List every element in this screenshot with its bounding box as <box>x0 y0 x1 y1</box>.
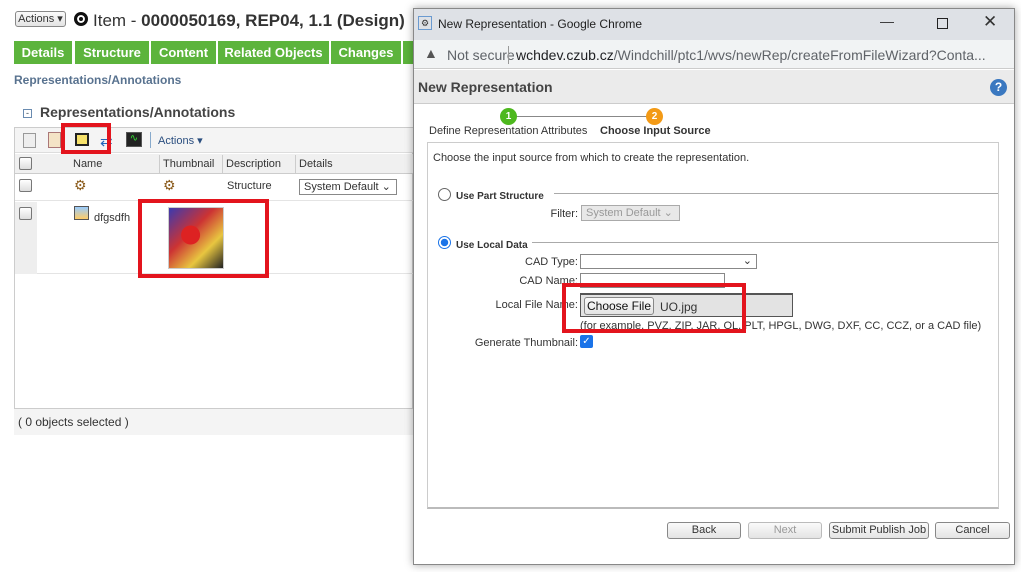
selected-file-name: UO.jpg <box>660 300 698 314</box>
use-local-data-radio[interactable] <box>438 236 451 249</box>
tab-more[interactable] <box>403 41 413 64</box>
row-description: Structure <box>227 180 272 192</box>
paste-icon[interactable] <box>48 132 61 148</box>
minimize-button[interactable]: — <box>880 13 894 29</box>
new-representation-icon[interactable] <box>75 133 89 146</box>
address-separator <box>508 46 509 64</box>
help-icon[interactable]: ? <box>990 79 1007 96</box>
window-title: New Representation - Google Chrome <box>438 17 643 31</box>
column-header-name[interactable]: Name <box>70 155 160 173</box>
row-name-link[interactable]: dfgsdfh <box>94 212 130 224</box>
column-header-details[interactable]: Details <box>296 155 413 173</box>
cad-name-label: CAD Name: <box>519 275 578 287</box>
file-hint: (for example, PVZ, ZIP, JAR, OL, PLT, HP… <box>580 320 982 332</box>
popup-heading: New Representation <box>418 79 553 95</box>
use-local-data-label: Use Local Data <box>456 240 528 251</box>
page-title: Item - 0000050169, REP04, 1.1 (Design) <box>93 11 405 30</box>
filter-label: Filter: <box>550 208 579 220</box>
column-header-thumbnail[interactable]: Thumbnail <box>160 155 223 173</box>
toolbar-separator <box>150 132 151 148</box>
step-2-label: Choose Input Source <box>600 125 711 137</box>
filter-select: System Default ⌄ <box>581 205 680 221</box>
local-file-name-label: Local File Name: <box>495 299 578 311</box>
warning-icon: ▲ <box>424 45 438 61</box>
back-button[interactable]: Back <box>667 522 741 539</box>
actions-menu-button[interactable]: Actions ▾ <box>15 11 66 27</box>
row-checkbox[interactable] <box>19 179 32 192</box>
selection-count: ( 0 objects selected ) <box>18 415 129 429</box>
divider <box>554 193 998 194</box>
url[interactable]: wchdev.czub.cz/Windchill/ptc1/wvs/newRep… <box>516 47 986 63</box>
toolbar-actions-menu[interactable]: Actions ▾ <box>158 134 203 147</box>
tab-content[interactable]: Content <box>151 41 216 64</box>
thumbnail-structure-icon: ⚙ <box>163 177 176 193</box>
tab-structure[interactable]: Structure <box>75 41 149 64</box>
instruction-text: Choose the input source from which to cr… <box>433 152 750 164</box>
step-1-label[interactable]: Define Representation Attributes <box>429 125 587 137</box>
cad-type-select[interactable]: ⌄ <box>580 254 757 269</box>
maximize-button[interactable] <box>937 18 948 29</box>
refresh-icon[interactable]: ⇄ <box>100 132 113 150</box>
row-checkbox[interactable] <box>19 207 32 220</box>
divider <box>532 242 998 243</box>
choose-file-button[interactable]: Choose File <box>584 297 654 315</box>
item-icon <box>74 12 88 26</box>
not-secure-label: Not secure <box>447 47 515 63</box>
close-button[interactable]: ✕ <box>983 12 997 32</box>
step-1-indicator: 1 <box>500 108 517 125</box>
collapse-icon[interactable]: - <box>23 109 32 118</box>
generate-thumbnail-label: Generate Thumbnail: <box>474 337 578 349</box>
tab-changes[interactable]: Changes <box>331 41 401 64</box>
tab-related-objects[interactable]: Related Objects <box>218 41 329 64</box>
step-2-indicator: 2 <box>646 108 663 125</box>
use-part-structure-label: Use Part Structure <box>456 191 544 202</box>
section-title: Representations/Annotations <box>40 104 236 120</box>
details-select[interactable]: System Default ⌄ <box>299 179 397 195</box>
cad-name-input[interactable] <box>580 273 725 288</box>
thumbnail-image[interactable] <box>168 207 224 269</box>
cancel-button[interactable]: Cancel <box>935 522 1010 539</box>
step-connector <box>514 116 654 117</box>
generate-thumbnail-checkbox[interactable]: ✓ <box>580 335 593 348</box>
breadcrumb: Representations/Annotations <box>14 73 182 87</box>
tab-details[interactable]: Details <box>14 41 72 64</box>
monitor-icon[interactable]: ∿ <box>126 132 142 147</box>
copy-icon[interactable] <box>23 133 36 148</box>
structure-icon: ⚙ <box>74 177 87 193</box>
use-part-structure-radio[interactable] <box>438 188 451 201</box>
app-icon: ⚙ <box>418 16 432 30</box>
next-button: Next <box>748 522 822 539</box>
column-header-description[interactable]: Description <box>223 155 296 173</box>
submit-publish-job-button[interactable]: Submit Publish Job <box>829 522 929 539</box>
select-all-checkbox[interactable] <box>19 157 32 170</box>
image-representation-icon <box>74 206 89 220</box>
cad-type-label: CAD Type: <box>525 256 578 268</box>
